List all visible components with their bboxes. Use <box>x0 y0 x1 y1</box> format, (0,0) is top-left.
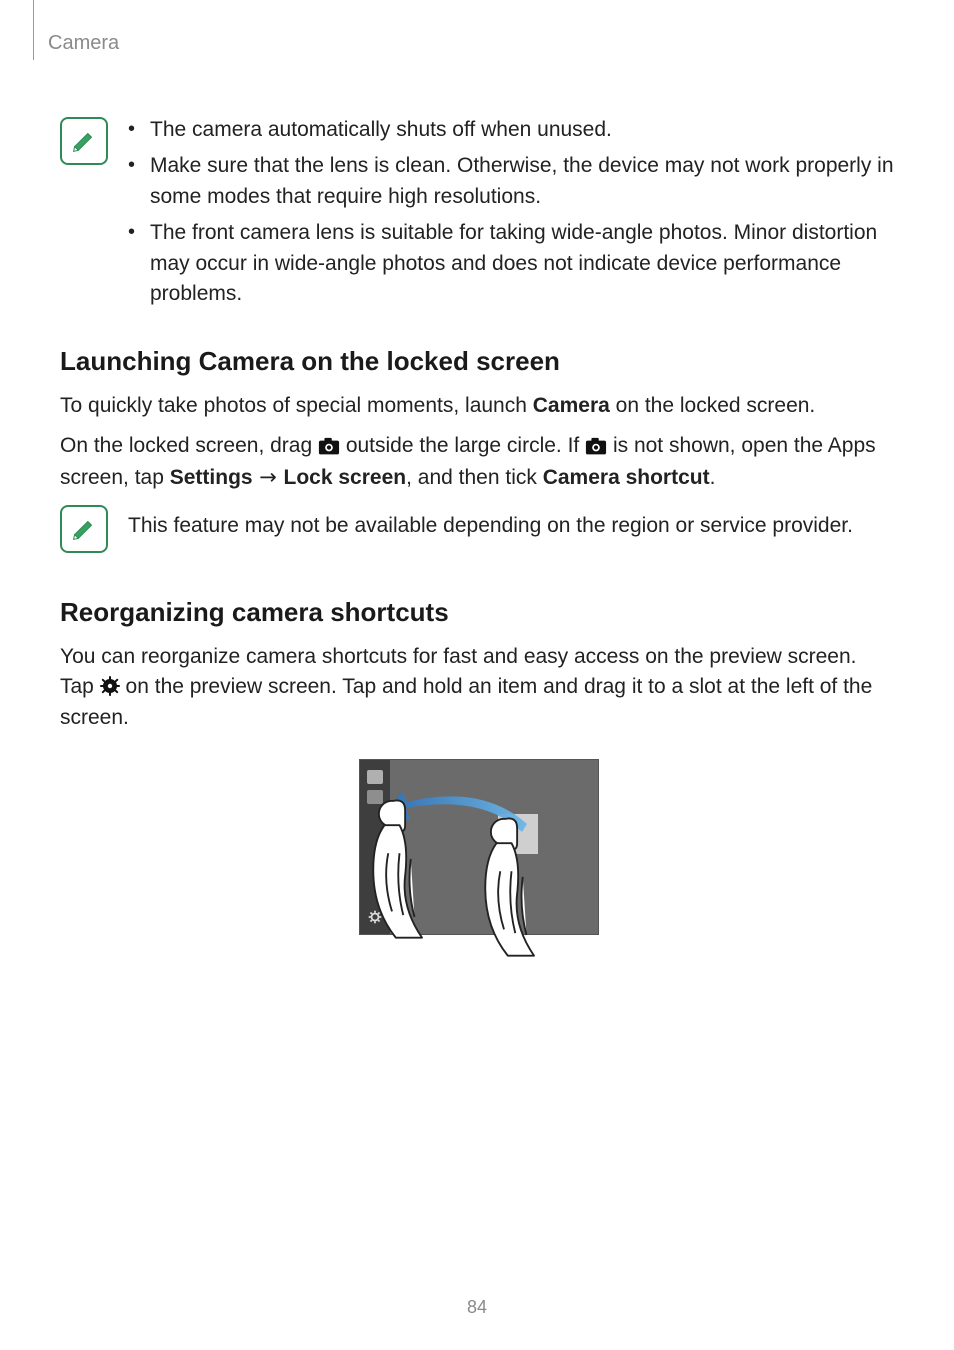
bold-text: Camera shortcut <box>543 466 710 489</box>
note-body: This feature may not be available depend… <box>128 503 894 541</box>
bold-text: Camera <box>533 394 610 417</box>
paragraph: On the locked screen, drag outside the l… <box>60 431 894 493</box>
note-bullet-list: The camera automatically shuts off when … <box>128 115 894 310</box>
paragraph: You can reorganize camera shortcuts for … <box>60 642 894 733</box>
camera-icon <box>585 434 607 452</box>
bold-text: Lock screen <box>284 466 407 489</box>
text: . <box>710 466 716 489</box>
drag-gesture-illustration <box>341 751 613 1001</box>
bold-text: Settings <box>170 466 253 489</box>
note-bullet: The camera automatically shuts off when … <box>128 115 894 145</box>
header-section-text: Camera <box>30 32 119 54</box>
gear-icon <box>100 675 120 695</box>
hand-right-icon <box>459 815 579 965</box>
illustration-container <box>60 751 894 1001</box>
text: outside the large circle. If <box>340 434 585 457</box>
text: On the locked screen, drag <box>60 434 318 457</box>
text: To quickly take photos of special moment… <box>60 394 533 417</box>
shortcut-slot-icon <box>367 770 383 784</box>
note-bullet: The front camera lens is suitable for ta… <box>128 218 894 309</box>
running-header: Camera <box>30 32 894 55</box>
note-icon <box>60 505 108 553</box>
text: , and then tick <box>406 466 543 489</box>
note-bullet: Make sure that the lens is clean. Otherw… <box>128 151 894 212</box>
text: on the preview screen. Tap and hold an i… <box>60 675 872 728</box>
pencil-icon <box>69 514 99 544</box>
note-callout-1: The camera automatically shuts off when … <box>60 115 894 316</box>
arrow-text: → <box>253 465 284 489</box>
hand-left-icon <box>347 797 467 947</box>
note-icon <box>60 117 108 165</box>
text: on the locked screen. <box>610 394 815 417</box>
paragraph: To quickly take photos of special moment… <box>60 391 894 421</box>
heading-reorganizing-shortcuts: Reorganizing camera shortcuts <box>60 597 894 628</box>
header-rule <box>33 0 34 60</box>
note-text: This feature may not be available depend… <box>128 514 853 537</box>
pencil-icon <box>69 126 99 156</box>
note-callout-2: This feature may not be available depend… <box>60 503 894 553</box>
heading-launching-camera: Launching Camera on the locked screen <box>60 346 894 377</box>
page-number: 84 <box>0 1297 954 1318</box>
note-body: The camera automatically shuts off when … <box>128 115 894 316</box>
camera-icon <box>318 434 340 452</box>
page: Camera The camera automatically shuts of… <box>0 0 954 1350</box>
